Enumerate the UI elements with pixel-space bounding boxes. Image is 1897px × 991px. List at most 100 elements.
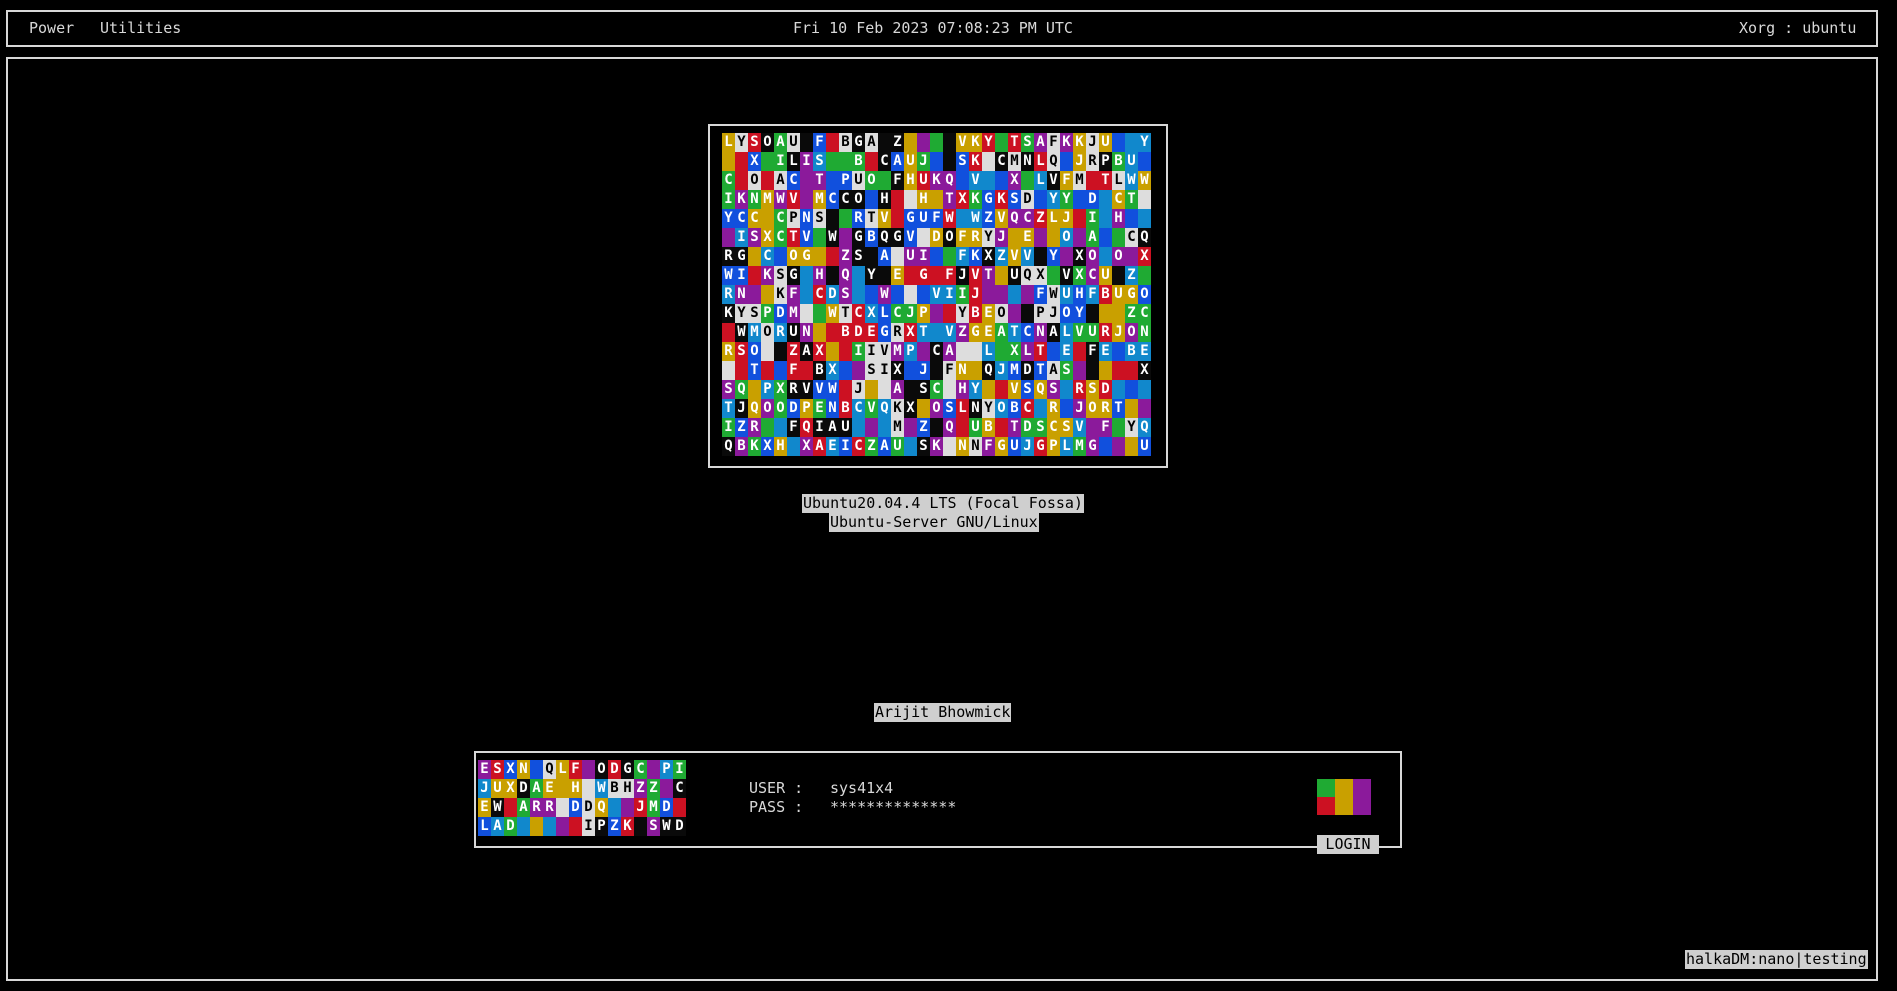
matrix-cell: F — [569, 760, 582, 779]
matrix-cell: F — [787, 285, 800, 304]
matrix-cell — [995, 266, 1008, 285]
matrix-cell: K — [722, 304, 735, 323]
matrix-cell: U — [1138, 437, 1151, 456]
matrix-cell: R — [969, 228, 982, 247]
matrix-cell: M — [647, 798, 660, 817]
matrix-cell: K — [969, 133, 982, 152]
matrix-cell: C — [1021, 323, 1034, 342]
matrix-cell — [995, 171, 1008, 190]
matrix-cell: O — [1060, 304, 1073, 323]
matrix-cell: O — [930, 399, 943, 418]
matrix-cell: A — [517, 798, 530, 817]
matrix-cell: G — [995, 437, 1008, 456]
matrix-cell — [517, 817, 530, 836]
matrix-cell: G — [621, 760, 634, 779]
matrix-cell — [530, 760, 543, 779]
matrix-cell: E — [982, 304, 995, 323]
matrix-cell: J — [1060, 209, 1073, 228]
matrix-cell — [839, 342, 852, 361]
session-selector[interactable]: Xorg : ubuntu — [1739, 19, 1856, 37]
matrix-cell: P — [1099, 152, 1112, 171]
matrix-cell: B — [1008, 399, 1021, 418]
matrix-cell: F — [1060, 171, 1073, 190]
matrix-cell: X — [1034, 266, 1047, 285]
matrix-cell: K — [930, 437, 943, 456]
matrix-cell: Y — [1125, 418, 1138, 437]
matrix-cell: U — [852, 171, 865, 190]
matrix-cell — [839, 228, 852, 247]
matrix-cell — [582, 760, 595, 779]
matrix-cell — [956, 418, 969, 437]
matrix-cell: W — [943, 209, 956, 228]
matrix-cell: N — [826, 399, 839, 418]
matrix-cell: M — [787, 304, 800, 323]
matrix-cell: U — [1086, 323, 1099, 342]
matrix-cell: Q — [1034, 380, 1047, 399]
matrix-cell — [1138, 152, 1151, 171]
matrix-cell: S — [1008, 190, 1021, 209]
matrix-cell — [826, 323, 839, 342]
matrix-cell: N — [1021, 152, 1034, 171]
utilities-menu[interactable]: Utilities — [100, 19, 181, 37]
matrix-cell — [852, 361, 865, 380]
matrix-cell: S — [1060, 418, 1073, 437]
matrix-cell: Q — [1138, 228, 1151, 247]
matrix-cell: C — [1112, 190, 1125, 209]
matrix-cell: H — [1112, 209, 1125, 228]
matrix-cell — [800, 190, 813, 209]
matrix-cell: X — [504, 779, 517, 798]
matrix-cell: V — [787, 190, 800, 209]
swatch-cell — [1353, 779, 1371, 797]
matrix-cell: L — [556, 760, 569, 779]
matrix-cell — [930, 152, 943, 171]
matrix-cell: D — [1021, 418, 1034, 437]
password-input[interactable]: ************** — [830, 798, 956, 817]
matrix-cell: V — [995, 209, 1008, 228]
matrix-cell: I — [943, 285, 956, 304]
matrix-cell: P — [761, 380, 774, 399]
matrix-cell: B — [865, 228, 878, 247]
matrix-cell: C — [878, 152, 891, 171]
matrix-cell: F — [1099, 418, 1112, 437]
matrix-cell: S — [735, 342, 748, 361]
matrix-cell: C — [1021, 399, 1034, 418]
matrix-cell: Z — [1125, 304, 1138, 323]
matrix-cell — [826, 133, 839, 152]
matrix-cell — [904, 361, 917, 380]
matrix-cell — [839, 209, 852, 228]
matrix-cell: E — [478, 760, 491, 779]
matrix-cell — [904, 190, 917, 209]
matrix-cell — [1060, 399, 1073, 418]
matrix-cell — [634, 817, 647, 836]
power-menu[interactable]: Power — [29, 19, 74, 37]
matrix-cell: C — [774, 209, 787, 228]
matrix-cell: Y — [735, 304, 748, 323]
matrix-cell: A — [891, 152, 904, 171]
matrix-cell: I — [1086, 209, 1099, 228]
matrix-cell: R — [774, 323, 787, 342]
matrix-cell: W — [826, 304, 839, 323]
matrix-cell: C — [787, 171, 800, 190]
matrix-cell: L — [1060, 437, 1073, 456]
matrix-cell: R — [722, 285, 735, 304]
matrix-cell: K — [735, 190, 748, 209]
matrix-cell: C — [1138, 304, 1151, 323]
matrix-cell: J — [735, 399, 748, 418]
login-button[interactable]: LOGIN — [1317, 835, 1379, 854]
matrix-cell: B — [839, 323, 852, 342]
matrix-cell: G — [969, 323, 982, 342]
matrix-cell: R — [891, 323, 904, 342]
matrix-cell: Y — [1060, 190, 1073, 209]
matrix-cell: B — [839, 133, 852, 152]
matrix-cell: T — [1112, 399, 1125, 418]
swatch-cell — [1353, 797, 1371, 815]
matrix-cell: C — [634, 760, 647, 779]
matrix-cell — [761, 285, 774, 304]
matrix-cell: E — [478, 798, 491, 817]
matrix-cell: T — [787, 228, 800, 247]
username-input[interactable]: sys41x4 — [830, 779, 893, 798]
matrix-cell: Q — [722, 437, 735, 456]
matrix-cell: S — [774, 266, 787, 285]
matrix-cell: D — [569, 798, 582, 817]
matrix-cell: S — [722, 380, 735, 399]
